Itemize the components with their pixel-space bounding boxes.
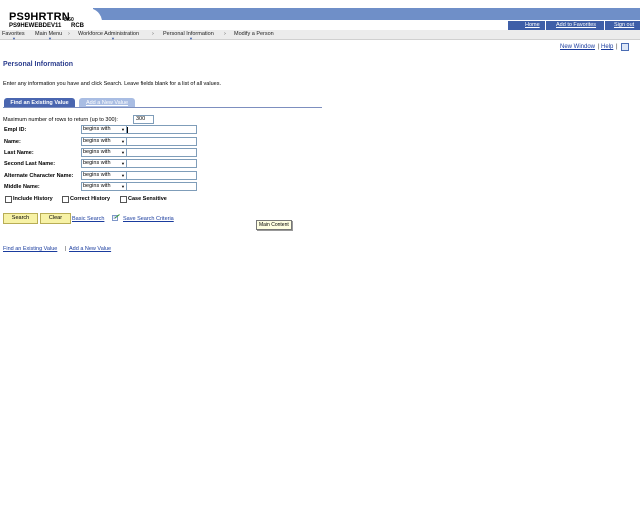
max-rows-input[interactable]: 300 xyxy=(133,115,154,124)
operator-value: begins with xyxy=(83,138,111,144)
dropdown-arrow-icon: ▼ xyxy=(189,36,193,41)
text-cursor xyxy=(127,127,128,133)
operator-value: begins with xyxy=(83,160,111,166)
help-link[interactable]: Help xyxy=(601,44,613,50)
add-to-favorites-link[interactable]: Add to Favorites xyxy=(556,22,596,28)
sign-out-link[interactable]: Sign out xyxy=(614,22,634,28)
operator-value: begins with xyxy=(83,172,111,178)
operator-value: begins with xyxy=(83,149,111,155)
second-last-name-label: Second Last Name: xyxy=(4,161,56,167)
empl-id-operator-select[interactable]: begins with ▼ xyxy=(81,125,127,134)
breadcrumb-chevron-icon: › xyxy=(152,31,154,37)
max-rows-label: Maximum number of rows to return (up to … xyxy=(3,117,118,123)
footer-find-existing-value-link[interactable]: Find an Existing Value xyxy=(3,246,57,252)
menu-workforce-administration[interactable]: Workforce Administration xyxy=(78,31,139,37)
name-input[interactable] xyxy=(126,137,197,146)
include-history-checkbox[interactable] xyxy=(5,196,12,203)
operator-value: begins with xyxy=(83,126,111,132)
header-band xyxy=(93,8,640,20)
include-history-label: Include History xyxy=(13,196,53,202)
empl-id-input[interactable] xyxy=(126,125,197,134)
name-operator-select[interactable]: begins with ▼ xyxy=(81,137,127,146)
tab-underline xyxy=(3,107,322,108)
clear-button[interactable]: Clear xyxy=(40,213,71,224)
correct-history-label: Correct History xyxy=(70,196,111,202)
case-sensitive-checkbox[interactable] xyxy=(120,196,127,203)
dropdown-arrow-icon: ▼ xyxy=(12,36,16,41)
basic-search-link[interactable]: Basic Search xyxy=(72,216,104,222)
chevron-down-icon: ▼ xyxy=(121,173,125,178)
new-window-link[interactable]: New Window xyxy=(560,44,595,50)
save-search-icon[interactable] xyxy=(112,214,120,221)
empl-id-label: Empl ID: xyxy=(4,127,27,133)
system-name: PS9HRTRN xyxy=(9,11,70,23)
chevron-down-icon: ▼ xyxy=(121,184,125,189)
link-separator: | xyxy=(598,44,600,50)
last-name-input[interactable] xyxy=(126,148,197,157)
footer-separator: | xyxy=(65,246,67,252)
dropdown-arrow-icon: ▼ xyxy=(48,36,52,41)
second-last-name-input[interactable] xyxy=(126,159,197,168)
chevron-down-icon: ▼ xyxy=(121,127,125,132)
menu-modify-a-person[interactable]: Modify a Person xyxy=(234,31,274,37)
footer-add-new-value-link[interactable]: Add a New Value xyxy=(69,246,111,252)
home-link[interactable]: Home xyxy=(525,22,540,28)
utility-separator xyxy=(604,21,605,30)
correct-history-checkbox[interactable] xyxy=(62,196,69,203)
chevron-down-icon: ▼ xyxy=(121,150,125,155)
page-title: Personal Information xyxy=(3,61,74,68)
utility-separator xyxy=(545,21,546,30)
alternate-character-name-operator-select[interactable]: begins with ▼ xyxy=(81,171,127,180)
server-name: PS9HEWEBDEV11 xyxy=(9,23,62,29)
dropdown-arrow-icon: ▼ xyxy=(111,36,115,41)
tooltip: Main Content xyxy=(256,220,292,230)
middle-name-label: Middle Name: xyxy=(4,184,40,190)
alternate-character-name-label: Alternate Character Name: xyxy=(4,173,74,179)
last-name-operator-select[interactable]: begins with ▼ xyxy=(81,148,127,157)
middle-name-input[interactable] xyxy=(126,182,197,191)
last-name-label: Last Name: xyxy=(4,150,34,156)
breadcrumb-chevron-icon: › xyxy=(68,31,70,37)
middle-name-operator-select[interactable]: begins with ▼ xyxy=(81,182,127,191)
search-button[interactable]: Search xyxy=(3,213,38,224)
server-code: RCB xyxy=(71,23,84,29)
name-label: Name: xyxy=(4,139,21,145)
save-search-criteria-link[interactable]: Save Search Criteria xyxy=(123,216,174,222)
instructions-text: Enter any information you have and click… xyxy=(3,81,221,87)
link-separator: | xyxy=(616,44,618,50)
case-sensitive-label: Case Sensitive xyxy=(128,196,167,202)
chevron-down-icon: ▼ xyxy=(121,139,125,144)
operator-value: begins with xyxy=(83,183,111,189)
alternate-character-name-input[interactable] xyxy=(126,171,197,180)
customize-page-icon[interactable] xyxy=(621,43,629,51)
breadcrumb-chevron-icon: › xyxy=(224,31,226,37)
second-last-name-operator-select[interactable]: begins with ▼ xyxy=(81,159,127,168)
chevron-down-icon: ▼ xyxy=(121,161,125,166)
